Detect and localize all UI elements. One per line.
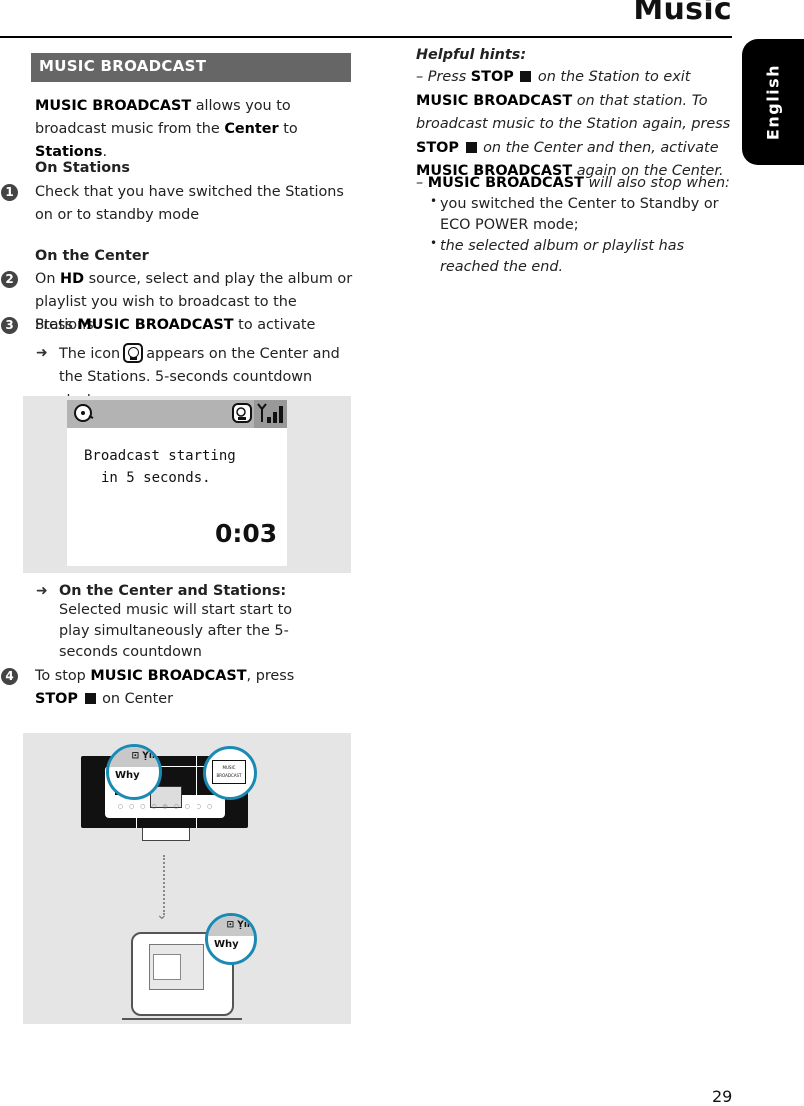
intro-bold-feature: MUSIC BROADCAST	[35, 98, 192, 114]
result-arrow-icon: ➜	[36, 345, 48, 361]
page-title: Music	[633, 0, 732, 27]
station-zoom-bubble: ⊡ Ỵıl Why	[205, 913, 257, 965]
step-2-bold-source: HD	[60, 271, 85, 287]
broadcast-icon	[123, 343, 144, 363]
intro-paragraph: MUSIC BROADCAST allows you to broadcast …	[35, 95, 355, 164]
chevron-down-icon: ⌄	[156, 907, 168, 923]
zoom-status-icons: ⊡ Ỵıl	[131, 751, 155, 761]
dotted-connector	[163, 855, 165, 915]
music-broadcast-button: MUSIC BROADCAST	[212, 760, 246, 784]
section-title: MUSIC BROADCAST	[39, 57, 207, 75]
hint-bold-stop: STOP	[470, 69, 514, 85]
lcd-countdown: 0:03	[215, 519, 278, 548]
section-title-bar: MUSIC BROADCAST	[31, 53, 351, 82]
header-rule	[0, 36, 732, 38]
page-number: 29	[712, 1087, 733, 1106]
on-center-heading: On the Center	[35, 248, 149, 264]
step-4-bold-feature: MUSIC BROADCAST	[90, 668, 247, 684]
center-zoom-bubble: ⊡ Ỵıl Why	[106, 744, 162, 800]
step-4-prefix: To stop	[35, 668, 91, 684]
divider-line	[196, 756, 197, 828]
hint-text: – Press	[416, 69, 471, 85]
hint-bullet-2: the selected album or playlist has reach…	[440, 238, 685, 275]
step-4-suffix: on Center	[97, 691, 174, 707]
step-number-1: 1	[1, 184, 18, 201]
result-arrow-icon: ➜	[36, 583, 48, 599]
stop-icon	[520, 71, 532, 82]
hint-1: – Press STOP on the Station to exit MUSI…	[416, 66, 736, 184]
button-zoom-bubble: MUSIC BROADCAST	[203, 746, 257, 800]
intro-text: to	[278, 121, 298, 137]
lcd-line-2: in 5 seconds.	[101, 470, 211, 486]
language-tab-label: English	[763, 63, 783, 141]
center-device-buttons: ○ ○ ○ ○ ◎ ○ ○ ○ ○	[117, 803, 215, 810]
step-number-4: 4	[1, 668, 18, 685]
signal-strength-icon	[257, 403, 283, 423]
language-tab: English	[742, 39, 804, 165]
lcd-line-1: Broadcast starting	[84, 448, 236, 464]
bullet-icon: •	[430, 236, 438, 250]
result-1-prefix: The icon	[59, 346, 121, 362]
result-2-text: Selected music will start start to play …	[59, 602, 293, 660]
station-device-stand	[122, 1012, 242, 1020]
zoom-status-icons: ⊡ Ỵıl	[226, 920, 250, 930]
button-label-line-1: MUSIC	[222, 765, 236, 770]
intro-bold-center: Center	[224, 121, 279, 137]
step-3-bold: MUSIC BROADCAST	[77, 317, 234, 333]
button-label-line-2: BROADCAST	[216, 773, 242, 778]
zoom-screen-text: Why	[115, 770, 140, 781]
step-1-text: Check that you have switched the Station…	[35, 184, 344, 223]
center-device-stand	[142, 828, 190, 841]
step-number-2: 2	[1, 271, 18, 288]
step-4-bold-stop: STOP	[35, 691, 78, 707]
step-2-prefix: On	[35, 271, 61, 287]
disc-face-icon	[74, 404, 94, 422]
step-3-prefix: Press	[35, 317, 78, 333]
hints-heading: Helpful hints:	[416, 47, 527, 63]
hint-text: –	[416, 175, 428, 191]
hint-text: on the Station to exit	[533, 69, 691, 85]
hint-bullet-1: you switched the Center to Standby or EC…	[440, 196, 719, 233]
hint-2: – MUSIC BROADCAST will also stop when:	[416, 172, 736, 195]
hint-text: will also stop when:	[583, 175, 730, 191]
step-4-middle: , press	[246, 668, 295, 684]
step-3-suffix: to activate	[233, 317, 316, 333]
step-3-text: Press MUSIC BROADCAST to activate	[35, 314, 355, 337]
hint-text: on the Center and then, activate	[478, 139, 719, 156]
step-number-3: 3	[1, 317, 18, 334]
hint-bold-stop: STOP	[416, 139, 459, 156]
hint-bold-feature: MUSIC BROADCAST	[416, 92, 573, 109]
hint-bold-feature: MUSIC BROADCAST	[427, 175, 584, 191]
zoom-screen-text: Why	[214, 939, 239, 950]
stop-icon	[84, 693, 96, 704]
station-device-screen	[153, 954, 181, 980]
bullet-icon: •	[430, 194, 438, 208]
broadcast-status-icon	[232, 403, 252, 423]
on-stations-heading: On Stations	[35, 160, 130, 176]
step-4-text: To stop MUSIC BROADCAST, press STOP on Ce…	[35, 665, 355, 711]
stop-icon	[465, 141, 477, 153]
